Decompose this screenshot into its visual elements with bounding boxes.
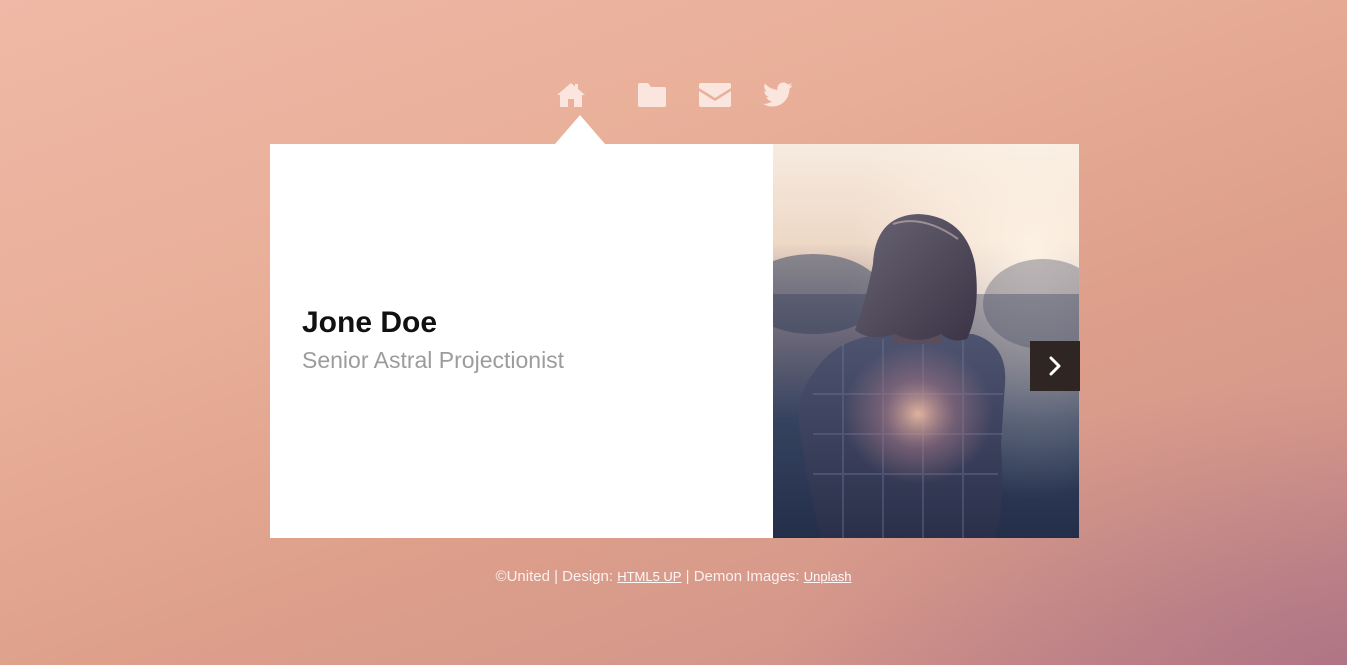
footer-copyright: ©United | Design: [495,568,618,585]
footer: ©United | Design: HTML5 UP | Demon Image… [0,568,1347,585]
twitter-icon [763,82,793,107]
profile-text: Jone Doe Senior Astral Projectionist [302,306,564,374]
nav-home[interactable] [551,78,591,112]
nav-folder[interactable] [632,78,672,112]
folder-icon [638,83,666,107]
images-link[interactable]: Unplash [804,569,852,584]
main-nav [0,78,1347,112]
profile-name: Jone Doe [302,306,438,339]
design-link[interactable]: HTML5 UP [617,569,681,584]
chevron-right-icon [1049,356,1061,376]
nav-twitter[interactable] [758,78,798,112]
nav-mail[interactable] [695,78,735,112]
mail-icon [699,83,731,107]
next-button[interactable] [1030,341,1080,391]
profile-card: Jone Doe Senior Astral Projectionist [270,144,1079,538]
home-icon [557,83,585,107]
active-nav-pointer [555,115,605,144]
profile-role: Senior Astral Projectionist [302,347,565,373]
footer-separator: | Demon Images: [681,568,804,585]
